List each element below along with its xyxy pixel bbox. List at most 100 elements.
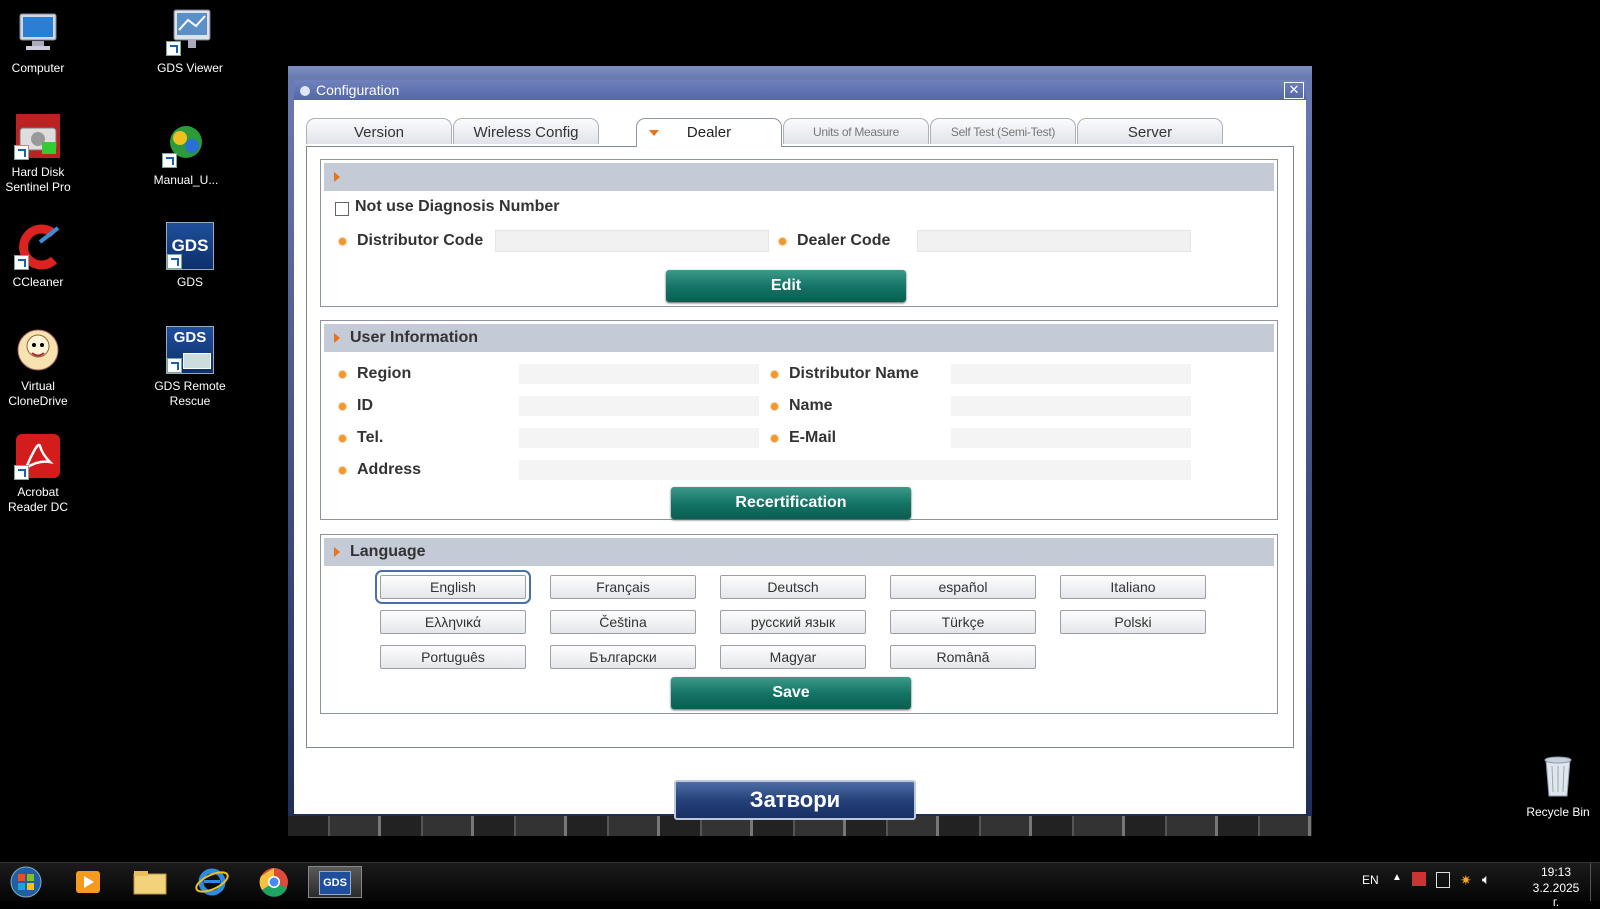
network-icon[interactable]: ✷: [1460, 872, 1472, 889]
close-dialog-button[interactable]: Затвори: [674, 780, 916, 820]
language-english-button[interactable]: English: [375, 570, 531, 604]
virtual-clonedrive-icon: [14, 326, 62, 374]
language-czech-button[interactable]: Čeština: [550, 610, 696, 634]
distributor-name-field: [951, 364, 1191, 384]
desktop-icon-acrobat[interactable]: Acrobat Reader DC: [0, 432, 76, 515]
tab-wireless-config[interactable]: Wireless Config: [453, 118, 599, 144]
distributor-code-field[interactable]: [495, 230, 769, 252]
ie-taskbar-button[interactable]: [190, 866, 234, 898]
ccleaner-icon: [14, 222, 62, 270]
language-russian-button[interactable]: русский язык: [720, 610, 866, 634]
computer-icon: [14, 8, 62, 56]
language-portuguese-button[interactable]: Português: [380, 645, 526, 669]
desktop-icon-label: Acrobat Reader DC: [7, 485, 69, 514]
hard-disk-sentinel-icon: [14, 112, 62, 160]
media-player-icon: [76, 871, 100, 893]
checkbox-label: Not use Diagnosis Number: [355, 198, 560, 215]
device-icon[interactable]: [1436, 872, 1450, 888]
desktop-icon-gds-viewer[interactable]: GDS Viewer: [152, 8, 228, 76]
tab-self-test[interactable]: Self Test (Semi-Test): [930, 118, 1076, 144]
language-german-button[interactable]: Deutsch: [720, 575, 866, 599]
edit-button[interactable]: Edit: [666, 270, 906, 302]
language-hungarian-button[interactable]: Magyar: [720, 645, 866, 669]
section-arrow-icon: [334, 172, 340, 182]
desktop-icon-hard-disk-sentinel[interactable]: Hard Disk Sentinel Pro: [0, 112, 76, 195]
language-polish-button[interactable]: Polski: [1060, 610, 1206, 634]
input-language-indicator[interactable]: EN: [1362, 873, 1379, 887]
desktop-icon-computer[interactable]: Computer: [0, 8, 76, 76]
desktop-icon-gds-remote-rescue[interactable]: GDS GDS Remote Rescue: [152, 326, 228, 409]
desktop-icon-label: GDS Remote Rescue: [154, 379, 226, 408]
volume-icon[interactable]: 🔈︎: [1482, 871, 1490, 888]
app-icon: [300, 86, 310, 96]
window-titlebar[interactable]: Configuration ✕: [294, 80, 1306, 100]
clock[interactable]: 19:13 3.2.2025 г.: [1528, 865, 1584, 909]
dealer-code-field[interactable]: [917, 230, 1191, 252]
desktop-icon-manual[interactable]: Manual_U...: [148, 120, 224, 188]
action-center-flag-icon[interactable]: [1412, 872, 1426, 886]
desktop-icon-label: Hard Disk Sentinel Pro: [5, 165, 71, 194]
region-label: Region: [339, 365, 411, 383]
gds-taskbar-icon: GDS: [319, 871, 351, 895]
language-greek-button[interactable]: Ελληνικά: [380, 610, 526, 634]
desktop-icon-label: GDS: [176, 275, 203, 289]
tab-version[interactable]: Version: [306, 118, 452, 144]
manual-icon: [162, 120, 210, 168]
chrome-taskbar-button[interactable]: [252, 866, 296, 898]
not-use-diagnosis-checkbox[interactable]: [335, 202, 349, 216]
gds-remote-rescue-icon: GDS: [166, 326, 214, 374]
desktop-icon-recycle-bin[interactable]: Recycle Bin: [1518, 752, 1598, 820]
language-turkish-button[interactable]: Türkçe: [890, 610, 1036, 634]
desktop-icon-label: Computer: [11, 61, 65, 75]
shortcut-arrow-icon: [14, 145, 29, 160]
configuration-window: Configuration ✕ Version Wireless Config …: [288, 66, 1312, 836]
language-romanian-button[interactable]: Română: [890, 645, 1036, 669]
shortcut-arrow-icon: [14, 465, 29, 480]
tab-units-of-measure[interactable]: Units of Measure: [783, 118, 929, 144]
tel-field: [519, 428, 759, 448]
dealer-tab-panel: Not use Diagnosis Number Distributor Cod…: [306, 146, 1294, 748]
distributor-code-label: Distributor Code: [339, 232, 483, 250]
window-close-button[interactable]: ✕: [1284, 82, 1304, 99]
dealer-section: Not use Diagnosis Number Distributor Cod…: [320, 159, 1278, 307]
monitor-icon: [183, 353, 211, 369]
explorer-taskbar-button[interactable]: [128, 866, 172, 898]
window-client: Version Wireless Config Dealer Units of …: [294, 100, 1306, 820]
recertification-button[interactable]: Recertification: [671, 487, 911, 519]
acrobat-icon: [14, 432, 62, 480]
desktop-icon-label: Recycle Bin: [1526, 805, 1590, 819]
shortcut-arrow-icon: [14, 255, 29, 270]
section-arrow-icon: [334, 547, 340, 557]
desktop-icon-label: CCleaner: [12, 275, 64, 289]
section-arrow-icon: [334, 333, 340, 343]
dealer-code-label: Dealer Code: [779, 232, 890, 250]
media-player-taskbar-button[interactable]: [66, 866, 110, 898]
tab-dealer[interactable]: Dealer: [636, 118, 782, 147]
show-hidden-icons-icon[interactable]: ▲: [1392, 872, 1402, 883]
desktop-icon-virtual-clonedrive[interactable]: Virtual CloneDrive: [0, 326, 76, 409]
language-bulgarian-button[interactable]: Български: [550, 645, 696, 669]
shortcut-arrow-icon: [167, 254, 182, 269]
save-button[interactable]: Save: [671, 677, 911, 709]
address-label: Address: [339, 461, 421, 479]
internet-explorer-icon: [195, 868, 229, 896]
email-label: E-Mail: [771, 429, 836, 447]
desktop-icon-ccleaner[interactable]: CCleaner: [0, 222, 76, 290]
show-desktop-button[interactable]: [1590, 863, 1600, 901]
section-header: User Information: [324, 324, 1274, 352]
clock-date: 3.2.2025 г.: [1532, 881, 1580, 909]
language-spanish-button[interactable]: español: [890, 575, 1036, 599]
language-french-button[interactable]: Français: [550, 575, 696, 599]
taskbar: GDS EN ▲ ✷ 🔈︎ 19:13 3.2.2025 г.: [0, 862, 1600, 909]
section-header: Language: [324, 538, 1274, 566]
language-italian-button[interactable]: Italiano: [1060, 575, 1206, 599]
language-section: Language English Français Deutsch españo…: [320, 534, 1278, 714]
gds-taskbar-button[interactable]: GDS: [308, 866, 362, 898]
desktop-icon-gds[interactable]: GDS GDS: [152, 222, 228, 290]
active-tab-marker-icon: [649, 130, 659, 136]
address-field: [519, 460, 1191, 480]
start-button[interactable]: [4, 866, 48, 898]
name-label: Name: [771, 397, 833, 415]
tab-server[interactable]: Server: [1077, 118, 1223, 144]
shortcut-arrow-icon: [162, 153, 177, 168]
